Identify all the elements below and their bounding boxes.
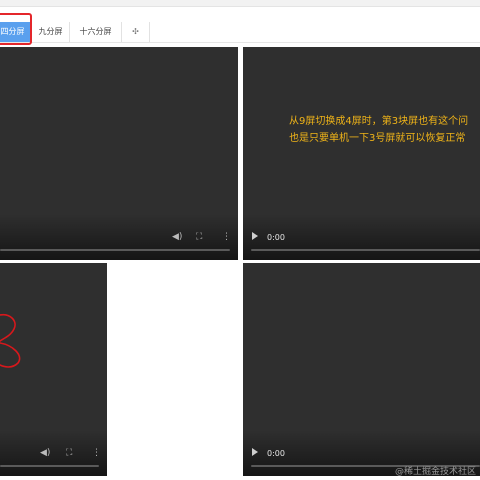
tab-sixteen-split[interactable]: 十六分屏 (70, 22, 122, 42)
annotation-text: 从9屏切换成4屏时，第3块屏也有这个问 也是只要单机一下3号屏就可以恢复正常 (289, 113, 468, 147)
tab-nine-split[interactable]: 九分屏 (32, 22, 70, 42)
time-display: 0:00 (267, 449, 285, 458)
video-pane-4[interactable]: 0:00 (243, 263, 480, 476)
play-icon[interactable] (252, 232, 258, 240)
tab-bar-divider (0, 42, 480, 43)
volume-icon[interactable]: ◀) (40, 448, 50, 458)
time-display: 0:00 (267, 233, 285, 242)
more-vertical-icon[interactable]: ⋮ (222, 232, 231, 242)
volume-icon[interactable]: ◀) (172, 232, 182, 242)
video-pane-3[interactable]: ◀) ⛶ ⋮ (0, 263, 107, 476)
video-controls: 0:00 (243, 214, 480, 260)
video-pane-1[interactable]: ◀) ⛶ ⋮ (0, 47, 238, 260)
annotation-line-2: 也是只要单机一下3号屏就可以恢复正常 (289, 133, 466, 144)
video-controls: ◀) ⛶ ⋮ (0, 430, 107, 476)
red-annotation-box (0, 13, 32, 45)
fullscreen-icon[interactable]: ⛶ (66, 448, 72, 458)
video-pane-2[interactable]: 0:00 (243, 47, 480, 260)
fullscreen-icon[interactable]: ⛶ (196, 232, 202, 242)
window-top-strip (0, 0, 480, 7)
watermark: @稀土掘金技术社区 (394, 467, 476, 477)
progress-bar[interactable] (251, 249, 480, 251)
play-icon[interactable] (252, 448, 258, 456)
video-controls: ◀) ⛶ ⋮ (0, 214, 238, 260)
progress-bar[interactable] (0, 249, 230, 251)
annotation-line-1: 从9屏切换成4屏时，第3块屏也有这个问 (289, 116, 469, 127)
more-vertical-icon[interactable]: ⋮ (92, 448, 101, 458)
layout-tab-bar: 四分屏 九分屏 十六分屏 ✣ (0, 22, 480, 42)
progress-bar[interactable] (0, 465, 99, 467)
tab-custom-layout[interactable]: ✣ (122, 22, 150, 42)
